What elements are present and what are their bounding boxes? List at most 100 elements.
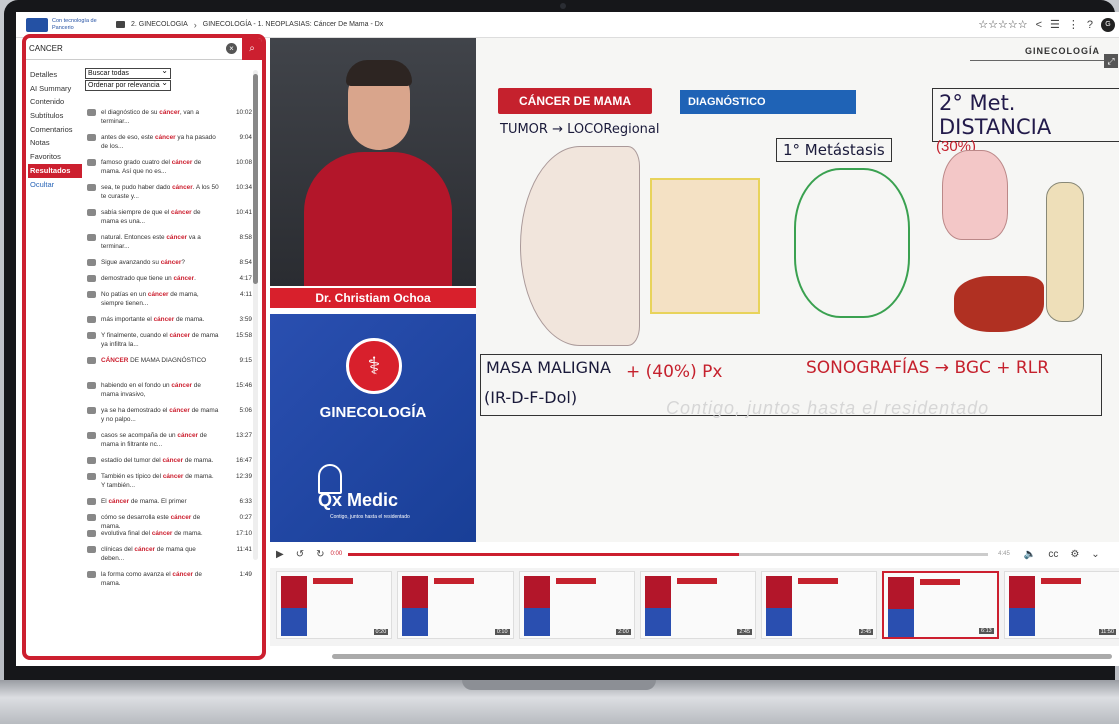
thumbnail-duration: 2:45 (858, 629, 874, 635)
current-time: 0:00 (330, 551, 343, 557)
result-item[interactable]: sabía siempre de que el cáncer de mama e… (84, 208, 252, 226)
comment-icon (87, 514, 96, 521)
chapter-thumbnail[interactable]: 11:50 (1003, 571, 1119, 639)
result-item[interactable]: natural. Entonces este cáncer va a termi… (84, 233, 252, 251)
result-item[interactable]: También es típico del cáncer de mama. Y … (84, 472, 252, 490)
hw-ecografia: SONOGRAFÍAS → BGC + RLR (806, 358, 1050, 378)
result-item[interactable]: famoso grado cuatro del cáncer de mama. … (84, 158, 252, 176)
settings-icon[interactable]: ⚙ (1070, 549, 1079, 560)
sidebar-item-0[interactable]: Detalles (28, 68, 82, 82)
breadcrumb-course[interactable]: 2. GINECOLOGIA (131, 21, 188, 28)
captions-icon[interactable]: cc (1048, 549, 1058, 560)
help-icon[interactable]: ? (1087, 19, 1093, 31)
avatar[interactable]: G (1101, 17, 1115, 32)
result-highlight: cáncer (147, 291, 169, 298)
rating-stars[interactable]: ☆☆☆☆☆ (978, 18, 1027, 31)
result-text: estadío del tumor del cáncer de mama. (101, 456, 219, 465)
result-time: 4:11 (240, 291, 252, 298)
comment-icon (87, 357, 96, 364)
thumbnail-graphic (888, 577, 915, 609)
slide-tag: DIAGNÓSTICO (680, 90, 856, 114)
app-logo[interactable]: Con tecnología de Pancerio (26, 17, 100, 32)
chapter-thumbnail[interactable]: 0:20 (276, 571, 393, 639)
tumor-illustration (650, 178, 760, 314)
result-time: 11:41 (236, 546, 252, 553)
result-item[interactable]: clínicas del cáncer de mama que deben...… (84, 545, 252, 563)
result-item[interactable]: demostrado que tiene un cáncer. 4:17 (84, 274, 252, 283)
rewind-icon[interactable]: ↺ (296, 549, 304, 560)
notes-icon[interactable]: ☰ (1050, 18, 1060, 31)
play-icon[interactable]: ▶ (276, 549, 284, 560)
result-text-pre: el diagnóstico de su (101, 109, 160, 116)
search-icon[interactable]: ⌕ (242, 38, 262, 60)
result-item[interactable]: El cáncer de mama. El primer 6:33 (84, 497, 252, 506)
volume-icon[interactable]: 🔈 (1024, 549, 1036, 560)
comment-icon (87, 275, 96, 282)
whiteboard: GINECOLOGÍA ⤢ CÁNCER DE MAMA DIAGNÓSTICO… (476, 38, 1119, 558)
comment-icon (87, 332, 96, 339)
result-text-pre: natural. Entonces este (101, 234, 167, 241)
board-label: GINECOLOGÍA (1024, 46, 1100, 56)
result-item[interactable]: Sigue avanzando su cáncer? 8:54 (84, 258, 252, 267)
chapter-thumbnail[interactable]: 2:45 (639, 571, 757, 639)
result-item[interactable]: evolutiva final del cáncer de mama. 17:10 (84, 529, 252, 538)
sidebar-item-4[interactable]: Comentarios (28, 123, 82, 137)
order-select[interactable]: Ordenar por relevancia (85, 78, 171, 91)
result-item[interactable]: No patías en un cáncer de mama, siempre … (84, 290, 252, 308)
result-item[interactable]: el diagnóstico de su cáncer, van a termi… (84, 108, 252, 126)
share-icon[interactable]: < (1036, 19, 1042, 31)
sidebar-item-7[interactable]: Resultados (28, 163, 82, 178)
chapter-thumbnail[interactable]: 6:13 (882, 571, 999, 639)
result-text-pre: famoso grado cuatro del (101, 159, 172, 166)
comment-icon (87, 209, 96, 216)
result-item[interactable]: estadío del tumor del cáncer de mama. 16:… (84, 456, 252, 465)
result-item[interactable]: la forma como avanza el cáncer de mama. 1… (84, 570, 252, 588)
thumbnail-graphic (1040, 578, 1081, 584)
thumbnail-graphic (676, 578, 717, 584)
thumbnail-strip: 0:20 0:10 2:00 2:45 2:45 6:13 11:50 (270, 568, 1119, 646)
result-text-post: de mama. (183, 457, 214, 464)
sidebar-item-1[interactable]: AI Summary (28, 82, 82, 96)
result-item[interactable]: ya se ha demostrado el cáncer de mama y … (84, 406, 252, 424)
chapter-thumbnail[interactable]: 0:10 (397, 571, 514, 639)
hw-masa: MASA MALIGNA (486, 358, 611, 377)
horizontal-scrollbar[interactable] (332, 654, 1112, 659)
result-item[interactable]: casos se acompaña de un cáncer de mama i… (84, 431, 252, 449)
result-highlight: cáncer (151, 530, 173, 537)
scope-select[interactable]: Buscar todas (85, 66, 171, 79)
result-time: 15:46 (236, 382, 252, 389)
search-bar: CANCER × ⌕ (26, 38, 262, 60)
thumbnail-duration: 11:50 (1098, 629, 1117, 635)
result-item[interactable]: habiendo en el fondo un cáncer de mama i… (84, 381, 252, 399)
brand-tagline: Contigo, juntos hasta el residentado (330, 514, 410, 520)
thumbnail-graphic (644, 576, 671, 608)
result-highlight: cáncer (173, 275, 195, 282)
sidebar-item-8[interactable]: Ocultar (28, 178, 82, 192)
video-player[interactable]: Dr. Christiam Ochoa ⚕ GINECOLOGÍA Qx Med… (270, 38, 1119, 558)
expand-icon[interactable]: ⤢ (1104, 54, 1118, 68)
forward-icon[interactable]: ↻ (316, 549, 324, 560)
result-time: 9:15 (239, 357, 252, 364)
sidebar-item-2[interactable]: Contenido (28, 95, 82, 109)
result-item[interactable]: sea, te pudo haber dado cáncer. A los 50… (84, 183, 252, 201)
sidebar-item-3[interactable]: Subtítulos (28, 109, 82, 123)
sidebar-item-6[interactable]: Favoritos (28, 150, 82, 164)
sidebar-item-5[interactable]: Notas (28, 136, 82, 150)
chapter-thumbnail[interactable]: 2:45 (761, 571, 878, 639)
progress-bar[interactable] (348, 552, 989, 556)
chevron-down-icon[interactable]: ⌄ (1091, 549, 1099, 560)
thumbnail-graphic (281, 576, 307, 608)
result-item[interactable]: CÁNCER DE MAMA DIAGNÓSTICO 9:15 (84, 356, 252, 365)
result-text: Y finalmente, cuando el cáncer de mama y… (101, 331, 219, 349)
more-icon[interactable]: ⋮ (1068, 18, 1079, 31)
laptop-frame: Con tecnología de Pancerio 2. GINECOLOGI… (0, 0, 1119, 724)
result-text: el diagnóstico de su cáncer, van a termi… (101, 108, 219, 126)
result-item[interactable]: Y finalmente, cuando el cáncer de mama y… (84, 331, 252, 349)
results-scrollbar[interactable] (253, 70, 258, 560)
chapter-thumbnail[interactable]: 2:00 (518, 571, 635, 639)
result-item[interactable]: más importante el cáncer de mama. 3:59 (84, 315, 252, 324)
scrollbar-thumb[interactable] (253, 74, 258, 284)
search-input[interactable]: CANCER (29, 44, 226, 53)
clear-icon[interactable]: × (226, 43, 237, 54)
result-item[interactable]: antes de eso, este cáncer ya ha pasado d… (84, 133, 252, 151)
